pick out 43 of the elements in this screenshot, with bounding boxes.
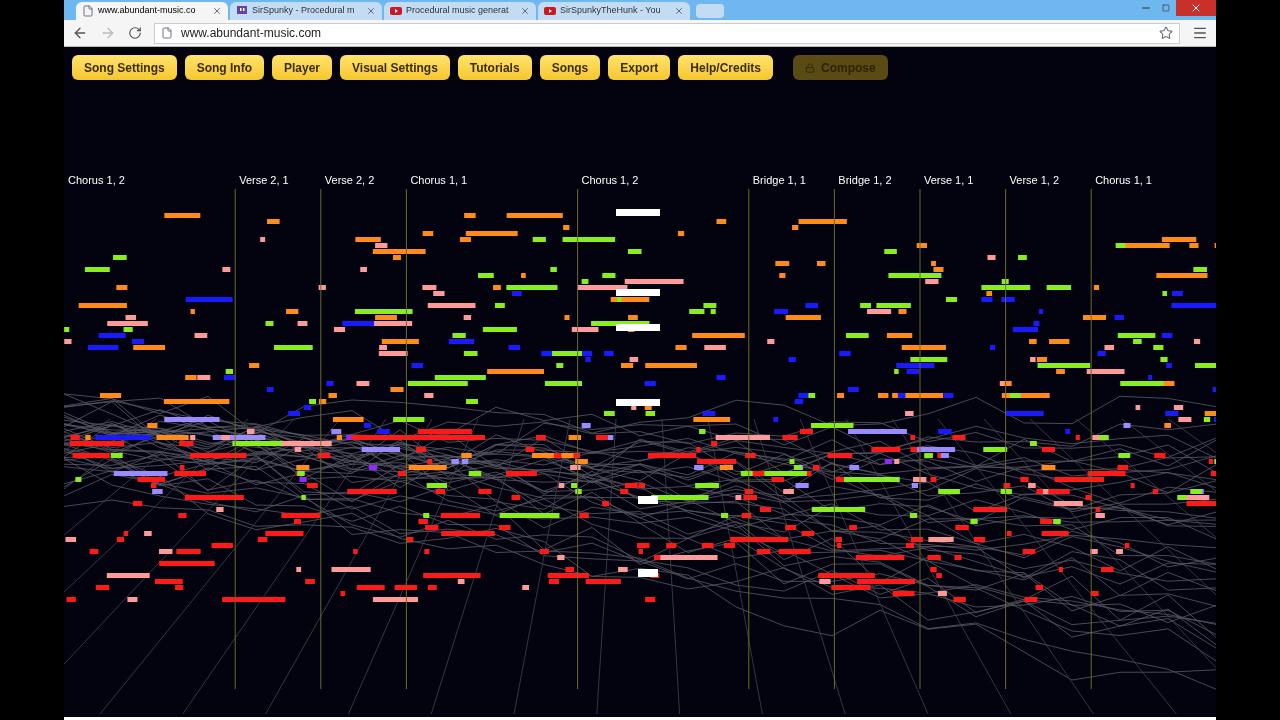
close-icon[interactable] — [366, 6, 376, 16]
toolbar-button[interactable]: Tutorials — [457, 55, 532, 80]
section-label: Verse 1, 2 — [1008, 174, 1060, 186]
close-icon[interactable] — [212, 6, 222, 16]
browser-tab[interactable]: SirSpunky - Procedural m — [230, 2, 382, 20]
toolbar-button[interactable]: Help/Credits — [678, 55, 773, 80]
toolbar-button[interactable]: Songs — [539, 55, 601, 80]
url-text: www.abundant-music.com — [181, 25, 322, 42]
tab-title: Procedural music generat — [406, 4, 510, 18]
close-icon — [1190, 2, 1202, 14]
section-label: Bridge 1, 2 — [837, 174, 892, 186]
toolbar-button[interactable]: Player — [272, 55, 333, 80]
toolbar-button[interactable]: Export — [608, 55, 671, 80]
menu-icon[interactable] — [1192, 25, 1208, 41]
section-label: Chorus 1, 2 — [580, 174, 639, 186]
close-icon[interactable] — [520, 6, 530, 16]
browser-tab[interactable]: www.abundant-music.co — [76, 2, 228, 20]
bookmark-star-icon[interactable] — [1159, 26, 1173, 40]
tab-title: SirSpunkyTheHunk - You — [560, 4, 662, 18]
lock-icon — [805, 62, 815, 73]
page-icon — [82, 5, 94, 17]
play-icon — [390, 5, 402, 17]
browser-tab[interactable]: SirSpunkyTheHunk - You — [538, 2, 690, 20]
toolbar-button[interactable]: Song Settings — [72, 55, 177, 80]
section-label: Verse 2, 1 — [238, 174, 289, 186]
reload-icon[interactable] — [128, 26, 142, 40]
toolbar-button[interactable]: Song Info — [184, 55, 264, 80]
page-icon — [161, 27, 173, 39]
play-icon — [544, 5, 556, 17]
section-label: Verse 2, 2 — [323, 174, 375, 186]
close-icon[interactable] — [674, 6, 684, 16]
section-label: Chorus 1, 1 — [409, 174, 468, 186]
section-label: Verse 1, 1 — [922, 174, 974, 186]
toolbar-button[interactable]: Visual Settings — [340, 55, 450, 80]
section-label: Chorus 1, 1 — [1094, 174, 1152, 186]
back-icon[interactable] — [72, 25, 88, 41]
chat-bubble-icon — [236, 5, 248, 17]
section-label: Bridge 1, 1 — [751, 174, 806, 186]
tab-title: www.abundant-music.co — [98, 4, 197, 18]
browser-tab[interactable]: Procedural music generat — [384, 2, 536, 20]
tab-title: SirSpunky - Procedural m — [252, 4, 356, 18]
address-bar[interactable]: www.abundant-music.com — [154, 22, 1180, 44]
section-label: Chorus 1, 2 — [67, 174, 125, 186]
